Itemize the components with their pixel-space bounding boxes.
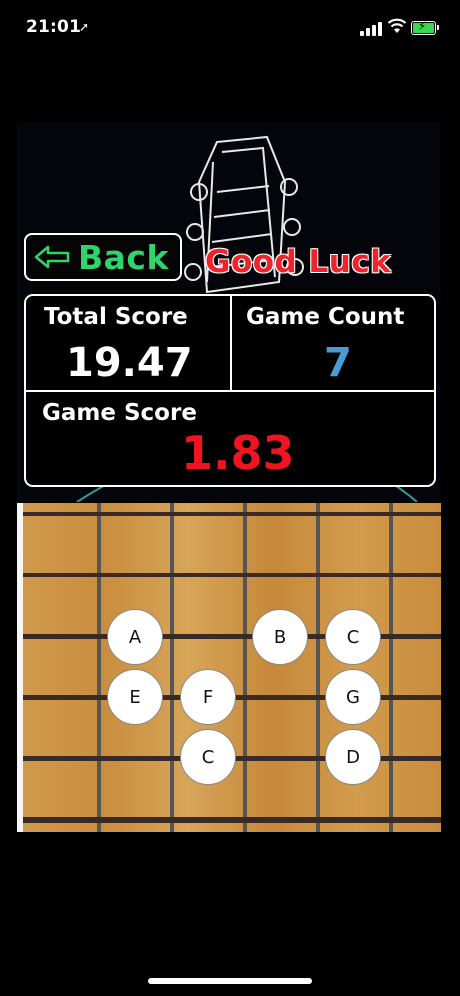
- string: [19, 512, 441, 516]
- battery-icon: ⚡: [411, 19, 439, 35]
- total-score-value: 19.47: [66, 340, 193, 386]
- fretboard: [19, 503, 441, 832]
- note-a-button[interactable]: A: [107, 609, 163, 665]
- score-panel: Total Score 19.47 Game Count 7 Game Scor…: [24, 294, 436, 487]
- string: [19, 573, 441, 577]
- note-g-button[interactable]: G: [325, 669, 381, 725]
- fret-wire: [97, 503, 101, 832]
- note-c-button[interactable]: C: [325, 609, 381, 665]
- fret-wire: [170, 503, 174, 832]
- status-time: 21:01: [26, 17, 82, 37]
- note-e-button[interactable]: E: [107, 669, 163, 725]
- fret-wire: [243, 503, 247, 832]
- string: [19, 817, 441, 823]
- back-label: Back: [78, 237, 169, 277]
- signal-icon: [360, 22, 384, 36]
- location-arrow-icon: ➚: [79, 20, 90, 34]
- back-button[interactable]: Back: [24, 233, 182, 281]
- game-score-value: 1.83: [181, 426, 295, 480]
- note-b-button[interactable]: B: [252, 609, 308, 665]
- game-count-label: Game Count: [246, 304, 405, 330]
- note-f-button[interactable]: F: [180, 669, 236, 725]
- arrow-left-icon: [34, 245, 70, 269]
- note-d-button[interactable]: D: [325, 729, 381, 785]
- note-c-low-button[interactable]: C: [180, 729, 236, 785]
- home-indicator[interactable]: [148, 978, 312, 984]
- fretboard-nut: [17, 503, 23, 832]
- good-luck-text: Good Luck: [205, 244, 392, 280]
- wifi-icon: [387, 18, 407, 33]
- fret-wire: [389, 503, 393, 832]
- fret-wire: [316, 503, 320, 832]
- total-score-label: Total Score: [44, 304, 188, 330]
- status-bar: 21:01 ➚ ⚡: [0, 0, 460, 56]
- game-count-value: 7: [324, 340, 352, 386]
- game-score-label: Game Score: [42, 400, 197, 426]
